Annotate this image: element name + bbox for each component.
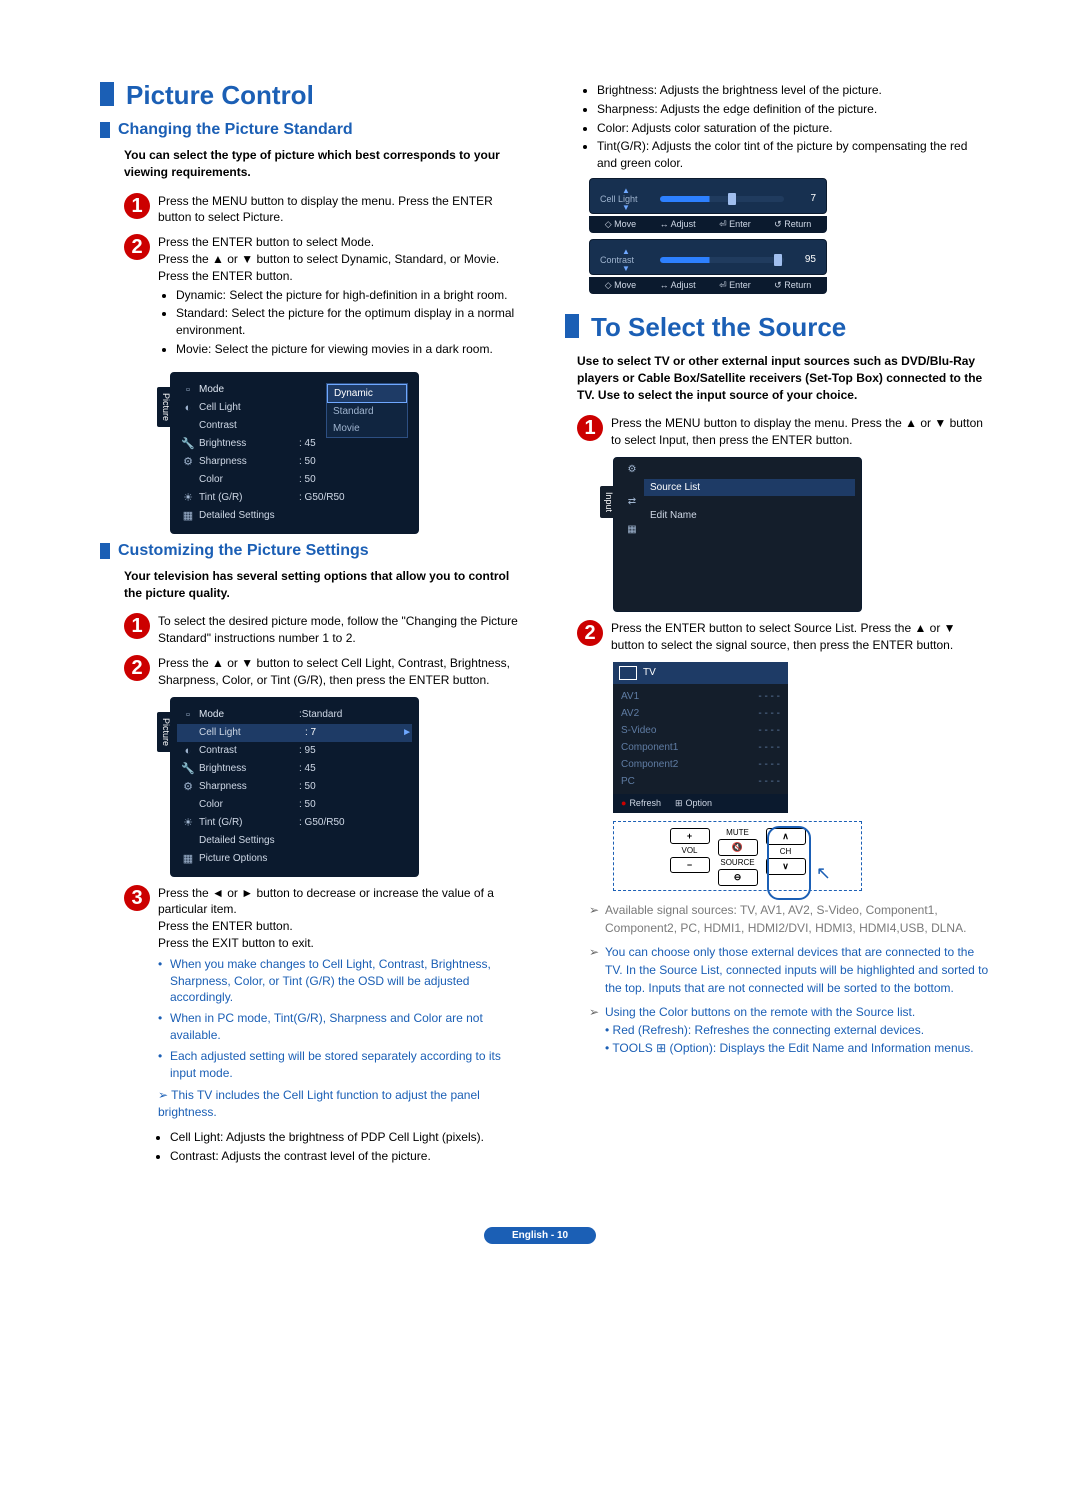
- step-2-source: 2 Press the ENTER button to select Sourc…: [577, 620, 990, 654]
- tv-icon: [619, 666, 637, 680]
- osd-source-list: TV AV1- - - - AV2- - - - S-Video- - - - …: [613, 662, 788, 813]
- heading-picture-control: Picture Control: [100, 80, 525, 111]
- subhead-changing-standard: Changing the Picture Standard: [100, 121, 525, 139]
- step-number-icon: 2: [577, 620, 603, 646]
- osd-picture-settings: Picture ▫Mode:Standard Cell Light: 7► ◐C…: [170, 697, 419, 877]
- step-1-press-menu: 1 Press the MENU button to display the m…: [124, 193, 525, 227]
- osd-slider-cell-light: ▲Cell Light▼ 7: [589, 178, 827, 214]
- step-2-select-mode: 2 Press the ENTER button to select Mode.…: [124, 234, 525, 364]
- step-1-follow: 1 To select the desired picture mode, fo…: [124, 613, 525, 647]
- note-connected-only: You can choose only those external devic…: [589, 943, 990, 997]
- osd-picture-mode: Picture ▫Mode ◐Cell Light Contrast 🔧Brig…: [170, 372, 419, 534]
- remote-diagram: + VOL − MUTE 🔇 SOURCE ⊖ ∧ CH ∨ ↖: [613, 821, 862, 891]
- subhead-customizing: Customizing the Picture Settings: [100, 542, 525, 560]
- source-icon: ⊖: [718, 869, 758, 886]
- osd-slider-contrast: ▲Contrast▼ 95: [589, 239, 827, 275]
- mute-icon: 🔇: [718, 839, 758, 856]
- osd-nav-hints: ◇ Move↔ Adjust⏎ Enter↺ Return: [589, 216, 827, 233]
- osd-input-menu: Input ⚙ Source List ⇄ Edit Name ▦: [613, 457, 862, 612]
- note-color-buttons: Using the Color buttons on the remote wi…: [589, 1003, 990, 1057]
- step-3-adjust: 3 Press the ◄ or ► button to decrease or…: [124, 885, 525, 1121]
- step-number-icon: 1: [124, 193, 150, 219]
- intro-select-source: Use to select TV or other external input…: [577, 353, 990, 403]
- step-number-icon: 1: [124, 613, 150, 639]
- step-number-icon: 2: [124, 234, 150, 260]
- note-available-sources: Available signal sources: TV, AV1, AV2, …: [589, 901, 990, 937]
- heading-select-source: To Select the Source: [565, 312, 990, 343]
- definitions-left: Cell Light: Adjusts the brightness of PD…: [156, 1129, 525, 1165]
- definitions-right: Brightness: Adjusts the brightness level…: [583, 82, 990, 172]
- intro-customizing: Your television has several setting opti…: [124, 568, 525, 602]
- mode-descriptions: Dynamic: Select the picture for high-def…: [158, 287, 525, 358]
- osd-nav-hints: ◇ Move↔ Adjust⏎ Enter↺ Return: [589, 277, 827, 294]
- intro-changing-standard: You can select the type of picture which…: [124, 147, 525, 181]
- step-number-icon: 3: [124, 885, 150, 911]
- step-1-source: 1 Press the MENU button to display the m…: [577, 415, 990, 449]
- step-number-icon: 2: [124, 655, 150, 681]
- osd-mode-dropdown: Dynamic Standard Movie: [326, 383, 408, 438]
- pointer-arrow-icon: ↖: [816, 863, 831, 884]
- step-number-icon: 1: [577, 415, 603, 441]
- page-footer: English - 10: [0, 1227, 1080, 1241]
- step-2-select-item: 2 Press the ▲ or ▼ button to select Cell…: [124, 655, 525, 689]
